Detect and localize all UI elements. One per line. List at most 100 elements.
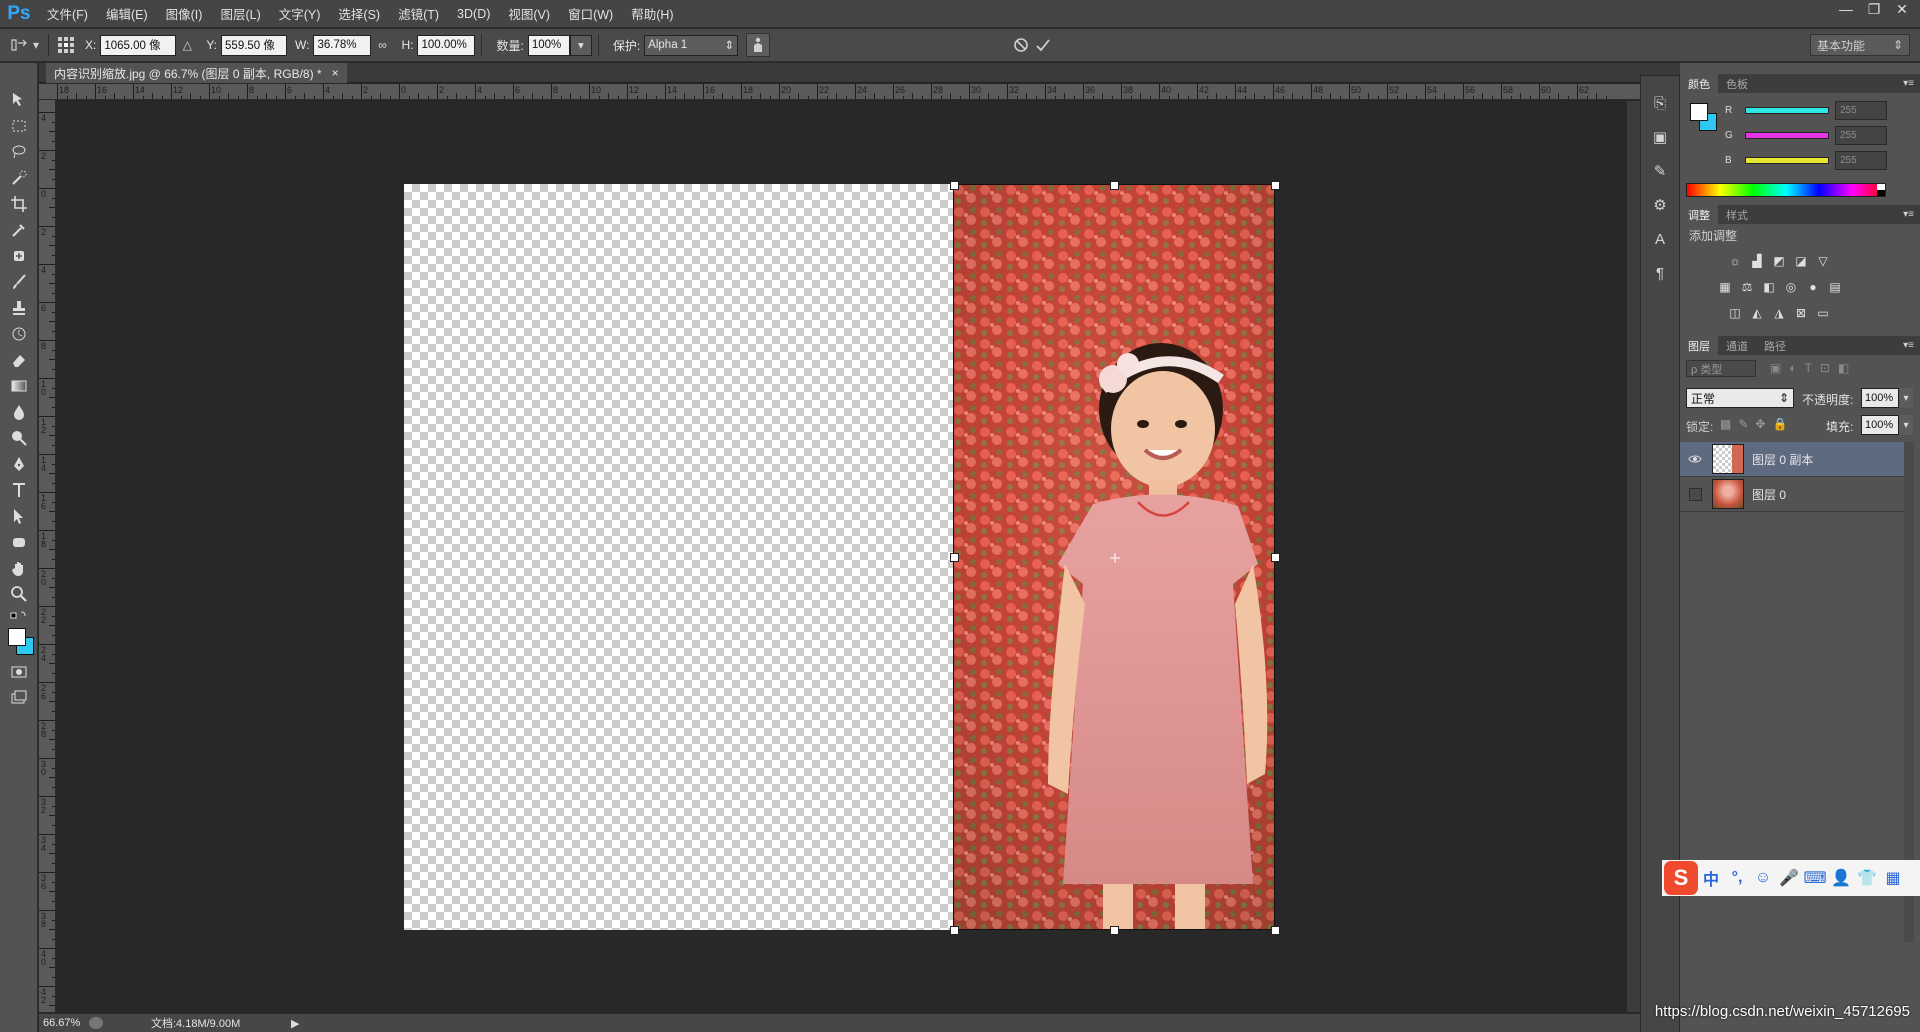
channel-value[interactable]: 255 <box>1835 150 1887 170</box>
amount-input[interactable]: 100% <box>527 34 570 56</box>
cancel-transform-icon[interactable] <box>1010 34 1032 56</box>
menu-3d[interactable]: 3D(D) <box>448 7 499 21</box>
zoom-level[interactable]: 66.67% <box>43 1017 81 1029</box>
chevron-down-icon[interactable]: ▾ <box>569 34 592 56</box>
menu-help[interactable]: 帮助(H) <box>622 4 682 23</box>
channel-value[interactable]: 255 <box>1835 125 1887 145</box>
vertical-scrollbar[interactable] <box>1627 101 1640 1012</box>
layer-name[interactable]: 图层 0 副本 <box>1752 451 1813 468</box>
transform-handle-bottom-left[interactable] <box>950 926 959 935</box>
eraser-tool-icon[interactable] <box>5 347 33 373</box>
blend-mode-select[interactable]: 正常 ⇕ <box>1686 388 1794 408</box>
share-icon[interactable] <box>89 1017 103 1029</box>
layer-row-copy[interactable]: 图层 0 副本 <box>1680 442 1904 477</box>
slider-track[interactable] <box>1745 106 1829 114</box>
ime-punctuation-icon[interactable]: °, <box>1724 864 1750 892</box>
posterize-icon[interactable]: ◭ <box>1746 302 1768 324</box>
type-tool-icon[interactable] <box>5 477 33 503</box>
color-lookup-icon[interactable]: ▤ <box>1824 276 1846 298</box>
menu-view[interactable]: 视图(V) <box>499 4 559 23</box>
quick-mask-icon[interactable] <box>5 659 33 685</box>
y-position-input[interactable]: 559.50 像 <box>221 34 288 56</box>
delta-icon[interactable]: △ <box>176 34 198 56</box>
dodge-tool-icon[interactable] <box>5 425 33 451</box>
brush-tool-icon[interactable] <box>5 269 33 295</box>
lasso-tool-icon[interactable] <box>5 139 33 165</box>
visibility-toggle-empty[interactable] <box>1686 485 1704 503</box>
foreground-color-swatch[interactable] <box>7 628 26 646</box>
eye-icon[interactable] <box>1686 450 1704 468</box>
restore-icon[interactable]: ❐ <box>1860 0 1888 18</box>
slider-track[interactable] <box>1745 156 1829 164</box>
black-white-icon[interactable]: ◧ <box>1758 276 1780 298</box>
menu-file[interactable]: 文件(F) <box>38 4 97 23</box>
brush-panel-icon[interactable]: ✎ <box>1647 156 1673 186</box>
ime-emoji-icon[interactable]: ☺ <box>1750 864 1776 892</box>
ime-toolbox-icon[interactable]: ▦ <box>1880 864 1906 892</box>
transform-handle-right[interactable] <box>1271 553 1280 562</box>
invert-icon[interactable]: ◫ <box>1724 302 1746 324</box>
panel-menu-icon[interactable]: ▾≡ <box>1903 340 1914 351</box>
ime-keyboard-icon[interactable]: ⌨ <box>1802 864 1828 892</box>
chevron-down-icon[interactable]: ▾ <box>1899 388 1913 408</box>
channel-value[interactable]: 255 <box>1835 100 1887 120</box>
ime-user-icon[interactable]: 👤 <box>1828 864 1854 892</box>
layer-filter-select[interactable]: ρ 类型 <box>1686 360 1756 377</box>
tool-presets-icon[interactable]: ⚙ <box>1647 190 1673 220</box>
link-icon[interactable]: ∞ <box>371 34 393 56</box>
document-tab[interactable]: 内容识别缩放.jpg @ 66.7% (图层 0 副本, RGB/8) * × <box>46 63 347 83</box>
black-white-ramp[interactable] <box>1877 184 1885 196</box>
close-window-icon[interactable]: ✕ <box>1888 0 1916 18</box>
screen-mode-icon[interactable] <box>5 685 33 711</box>
clone-stamp-tool-icon[interactable] <box>5 295 33 321</box>
panel-strip-header[interactable] <box>1640 63 1680 75</box>
transform-handle-top-right[interactable] <box>1271 181 1280 190</box>
menu-type[interactable]: 文字(Y) <box>270 4 330 23</box>
x-position-input[interactable]: 1065.00 像 <box>100 34 177 56</box>
history-panel-icon[interactable]: ⎘ <box>1647 88 1673 118</box>
levels-icon[interactable]: ▟ <box>1746 250 1768 272</box>
gradient-tool-icon[interactable] <box>5 373 33 399</box>
gradient-map-icon[interactable]: ▭ <box>1812 302 1834 324</box>
panel-menu-icon[interactable]: ▾≡ <box>1903 209 1914 220</box>
sogou-logo-icon[interactable]: S <box>1664 861 1698 895</box>
ime-skin-icon[interactable]: 👕 <box>1854 864 1880 892</box>
close-tab-icon[interactable]: × <box>332 66 339 80</box>
path-selection-tool-icon[interactable] <box>5 503 33 529</box>
panel-menu-icon[interactable]: ▾≡ <box>1903 78 1914 89</box>
healing-brush-tool-icon[interactable] <box>5 243 33 269</box>
width-input[interactable]: 36.78% <box>313 34 372 56</box>
fill-input[interactable]: 100% <box>1861 415 1899 435</box>
menu-edit[interactable]: 编辑(E) <box>97 4 157 23</box>
exposure-icon[interactable]: ◪ <box>1790 250 1812 272</box>
color-swatches[interactable] <box>5 625 34 659</box>
transform-handle-bottom[interactable] <box>1110 926 1119 935</box>
transform-handle-left[interactable] <box>950 553 959 562</box>
protect-select[interactable]: Alpha 1 ⇕ <box>644 34 739 56</box>
tab-color[interactable]: 颜色 <box>1680 74 1718 93</box>
height-input[interactable]: 100.00% <box>417 34 476 56</box>
hand-tool-icon[interactable] <box>5 555 33 581</box>
blur-tool-icon[interactable] <box>5 399 33 425</box>
layer-row-original[interactable]: 图层 0 <box>1680 477 1904 512</box>
commit-transform-icon[interactable] <box>1032 34 1054 56</box>
chevron-down-icon[interactable]: ▾ <box>1899 415 1913 435</box>
status-menu-arrow-icon[interactable]: ▶ <box>291 1017 299 1030</box>
paragraph-panel-icon[interactable]: ¶ <box>1647 258 1673 288</box>
tab-swatches[interactable]: 色板 <box>1718 74 1756 93</box>
curves-icon[interactable]: ◩ <box>1768 250 1790 272</box>
menu-layer[interactable]: 图层(L) <box>211 4 269 23</box>
workspace-select[interactable]: 基本功能 ⇕ <box>1810 34 1910 56</box>
document-canvas[interactable] <box>404 181 1280 935</box>
slider-track[interactable] <box>1745 131 1829 139</box>
transform-bounding-box[interactable] <box>953 184 1275 930</box>
actions-panel-icon[interactable]: ▣ <box>1647 122 1673 152</box>
layer-name[interactable]: 图层 0 <box>1752 486 1786 503</box>
hue-saturation-icon[interactable]: ▦ <box>1714 276 1736 298</box>
minimize-icon[interactable]: — <box>1832 0 1860 18</box>
color-balance-icon[interactable]: ⚖ <box>1736 276 1758 298</box>
selective-color-icon[interactable]: ⊠ <box>1790 302 1812 324</box>
menu-window[interactable]: 窗口(W) <box>559 4 622 23</box>
ime-voice-icon[interactable]: 🎤 <box>1776 864 1802 892</box>
photo-filter-icon[interactable]: ◎ <box>1780 276 1802 298</box>
